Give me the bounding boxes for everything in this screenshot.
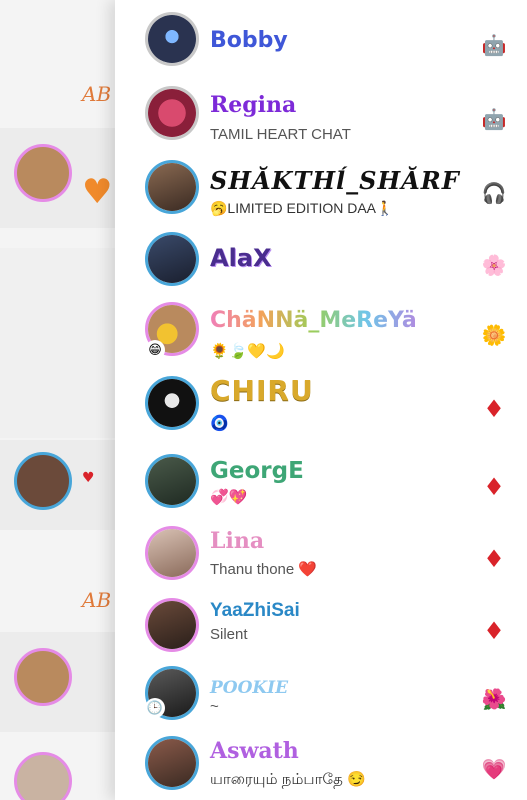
avatar[interactable] [145,376,199,430]
avatar[interactable] [145,598,199,652]
contact-item-regina[interactable]: Regina TAMIL HEART CHAT 🤖 [115,78,527,150]
headphones-emoji-icon: 🎧 [481,181,507,205]
feed-avatar[interactable] [14,752,72,800]
flower-icon: 🌸 [481,253,507,277]
feed-row [0,248,120,438]
feed-avatar[interactable] [14,648,72,706]
contact-status: யாரையும் நம்பாதே 😏 [210,771,366,788]
ruby-icon: ♦ [483,545,505,573]
avatar[interactable] [145,160,199,214]
ruby-icon: ♦ [483,473,505,501]
contact-item-yaazhisai[interactable]: YaaZhiSai Silent ♦ [115,590,527,662]
contact-name: Lina [210,528,265,554]
contact-name: Bobby [210,28,288,53]
heart-icon: ♥ [82,470,95,486]
flower-icon: 🌺 [481,687,507,711]
contact-item-pookie[interactable]: 🕒 POOKIE ~ 🌺 [115,658,527,730]
avatar[interactable] [145,736,199,790]
avatar[interactable] [145,526,199,580]
contact-item-aswath[interactable]: Aswath யாரையும் நம்பாதே 😏 💗 [115,728,527,800]
emoji-status-badge: 😁 [145,340,165,360]
avatar[interactable] [145,232,199,286]
contact-item-alax[interactable]: AlaX 🌸 [115,224,527,296]
contact-item-george[interactable]: GeorgE 💞💖 ♦ [115,446,527,518]
contact-item-bobby[interactable]: Bobby 🤖 [115,4,527,76]
feed-avatar[interactable] [14,144,72,202]
avatar[interactable] [145,12,199,66]
contact-status: 💞💖 [210,489,248,506]
contact-status: ~ [210,698,219,715]
contact-item-shakthi[interactable]: SHĂKTHĺ_SHĂRF 🥱LIMITED EDITION DAA🚶 🎧 [115,152,527,224]
ruby-icon: ♦ [483,395,505,423]
robot-icon: 🤖 [481,107,507,131]
contact-name: Regina [210,92,297,118]
contact-name: Aswath [210,738,299,764]
contact-status: 🌻🍃💛🌙 [210,343,285,360]
contact-status: 🧿 [210,415,229,432]
contact-status: Thanu thone ❤️ [210,561,318,578]
ruby-icon: ♦ [483,617,505,645]
contact-name: ChäNNä_MeReYä [210,308,417,333]
clock-icon: 🕒 [145,698,165,718]
contact-status: 🥱LIMITED EDITION DAA🚶 [210,200,394,216]
contacts-drawer: Bobby 🤖 Regina TAMIL HEART CHAT 🤖 SHĂKTH… [115,0,527,800]
heart-icon: 💗 [481,757,507,781]
contact-status: Silent [210,626,248,643]
feed-tag-label: AB [82,82,112,106]
avatar[interactable] [145,86,199,140]
contact-name: POOKIE [210,678,289,698]
heart-icon: ♥ [82,172,113,212]
feed-avatar[interactable] [14,452,72,510]
contact-item-lina[interactable]: Lina Thanu thone ❤️ ♦ [115,518,527,590]
contact-item-channa[interactable]: 😁 ChäNNä_MeReYä 🌻🍃💛🌙 🌼 [115,294,527,366]
feed-tag-label: AB [82,588,112,612]
flower-icon: 🌼 [481,323,507,347]
avatar[interactable] [145,454,199,508]
contact-item-chiru[interactable]: CHIRU 🧿 ♦ [115,368,527,440]
contact-name: SHĂKTHĺ_SHĂRF [210,166,460,195]
contact-status: TAMIL HEART CHAT [210,126,351,143]
contact-name: CHIRU [210,374,314,407]
contact-name: GeorgE [210,458,304,484]
robot-icon: 🤖 [481,33,507,57]
contact-name: YaaZhiSai [210,600,300,621]
contact-name: AlaX [210,244,272,272]
